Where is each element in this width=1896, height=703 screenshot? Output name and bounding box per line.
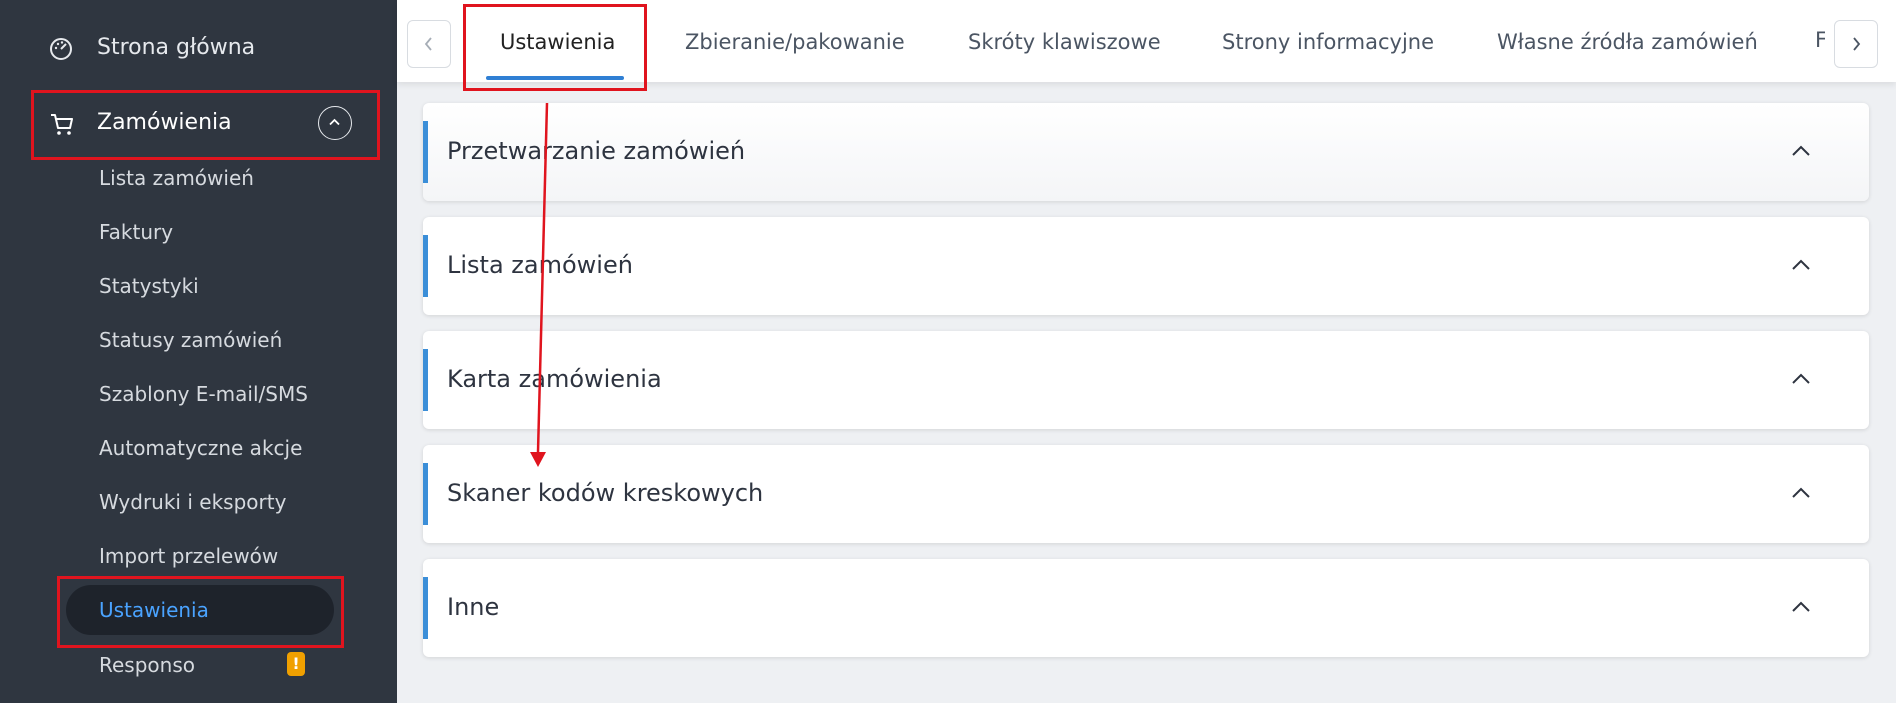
chevron-up-icon[interactable] [1789,369,1813,389]
sidebar-item-transfer-import[interactable]: Import przelewów [99,544,278,568]
scroll-right-button[interactable] [1834,20,1878,68]
chevron-left-icon [424,37,432,51]
warning-badge: ! [287,652,305,676]
sidebar-item-settings-label: Ustawienia [99,598,209,622]
section-barcode-scanner[interactable]: Skaner kodów kreskowych [423,445,1869,543]
chevron-up-icon[interactable] [1789,141,1813,161]
sidebar-item-order-list[interactable]: Lista zamówień [99,166,254,190]
tab-settings[interactable]: Ustawienia [500,30,615,54]
section-accent [423,349,428,411]
sidebar-item-email-sms-templates[interactable]: Szablony E-mail/SMS [99,382,308,406]
sidebar-item-settings[interactable]: Ustawienia [66,585,334,635]
sidebar-item-order-statuses[interactable]: Statusy zamówień [99,328,282,352]
dashboard-gauge-icon [50,38,72,60]
section-accent [423,235,428,297]
scroll-left-button[interactable] [407,20,451,68]
nav-orders-label: Zamówienia [97,110,232,135]
nav-orders[interactable]: Zamówienia [0,96,397,152]
section-accent [423,463,428,525]
section-title: Przetwarzanie zamówień [447,137,746,165]
sidebar-item-prints-exports[interactable]: Wydruki i eksporty [99,490,286,514]
section-title: Lista zamówień [447,251,633,279]
cart-icon [51,114,73,135]
chevron-up-icon [329,118,340,126]
nav-home[interactable]: Strona główna [0,22,397,74]
sidebar-item-automatic-actions[interactable]: Automatyczne akcje [99,436,302,460]
section-title: Karta zamówienia [447,365,662,393]
section-accent [423,121,428,183]
tab-picking-packing[interactable]: Zbieranie/pakowanie [685,30,905,54]
sidebar-item-responso[interactable]: Responso [99,653,195,677]
section-order-processing[interactable]: Przetwarzanie zamówień [423,103,1869,201]
tab-custom-order-sources[interactable]: Własne źródła zamówień [1497,30,1758,54]
section-accent [423,577,428,639]
chevron-up-icon[interactable] [1789,597,1813,617]
section-order-list[interactable]: Lista zamówień [423,217,1869,315]
active-tab-indicator [486,76,624,80]
sidebar-item-statistics[interactable]: Statystyki [99,274,199,298]
sidebar: Strona główna Zamówienia Lista zamówień … [0,0,397,703]
sidebar-item-invoices[interactable]: Faktury [99,220,173,244]
nav-home-label: Strona główna [97,35,256,60]
tab-keyboard-shortcuts[interactable]: Skróty klawiszowe [968,30,1161,54]
tab-info-pages[interactable]: Strony informacyjne [1222,30,1434,54]
section-title: Skaner kodów kreskowych [447,479,764,507]
section-order-card[interactable]: Karta zamówienia [423,331,1869,429]
collapse-button[interactable] [318,106,352,140]
section-other[interactable]: Inne [423,559,1869,657]
chevron-up-icon[interactable] [1789,483,1813,503]
chevron-right-icon [1853,37,1861,51]
section-title: Inne [447,593,500,621]
tab-clipped[interactable]: F [1815,28,1825,58]
chevron-up-icon[interactable] [1789,255,1813,275]
